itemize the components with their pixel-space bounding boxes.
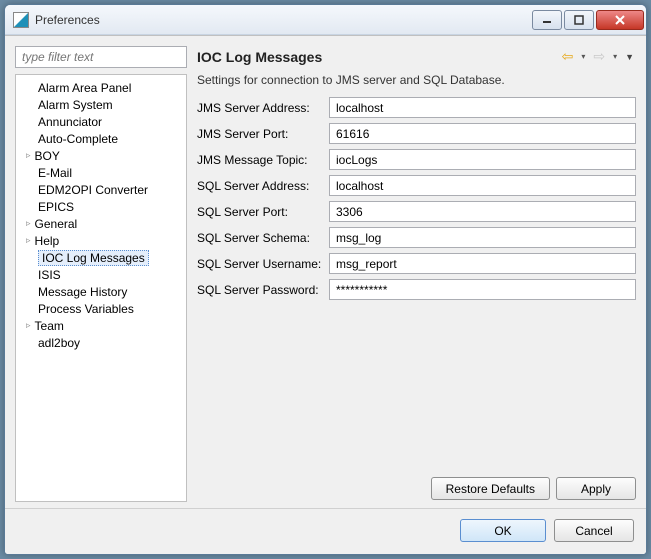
tree-item[interactable]: ISIS	[18, 266, 184, 283]
field-input[interactable]	[329, 175, 636, 196]
tree-item[interactable]: EPICS	[18, 198, 184, 215]
preferences-tree[interactable]: Alarm Area Panel Alarm System Annunciator A…	[15, 74, 187, 502]
page-buttons: Restore Defaults Apply	[195, 471, 636, 502]
tree-item-label: IOC Log Messages	[38, 250, 149, 266]
minimize-icon	[542, 15, 552, 25]
restore-defaults-button[interactable]: Restore Defaults	[431, 477, 550, 500]
tree-item[interactable]: EDM2OPI Converter	[18, 181, 184, 198]
field-input[interactable]	[329, 97, 636, 118]
tree-item[interactable]: Alarm Area Panel	[18, 79, 184, 96]
field-input[interactable]	[329, 123, 636, 144]
ok-button[interactable]: OK	[460, 519, 546, 542]
tree-item-label: adl2boy	[38, 336, 80, 350]
tree-item[interactable]: BOY	[18, 147, 184, 164]
tree-item[interactable]: Auto-Complete	[18, 130, 184, 147]
tree-item[interactable]: Message History	[18, 283, 184, 300]
tree-item-label: EPICS	[38, 200, 74, 214]
page-description: Settings for connection to JMS server an…	[197, 73, 636, 87]
tree-item-label: Annunciator	[38, 115, 102, 129]
field-input[interactable]	[329, 227, 636, 248]
view-menu-icon[interactable]: ▼	[625, 52, 634, 62]
field-label: SQL Server Password:	[195, 283, 325, 297]
tree-item-label: General	[35, 217, 78, 231]
preferences-window: Preferences Alarm Area Panel Alarm System…	[4, 4, 647, 555]
field-label: JMS Message Topic:	[195, 153, 325, 167]
titlebar: Preferences	[5, 5, 646, 35]
tree-item[interactable]: Team	[18, 317, 184, 334]
tree-item-label: ISIS	[38, 268, 61, 282]
page-title: IOC Log Messages	[197, 49, 562, 65]
tree-item-label: BOY	[35, 149, 60, 163]
field-input[interactable]	[329, 279, 636, 300]
minimize-button[interactable]	[532, 10, 562, 30]
close-icon	[614, 15, 626, 25]
field-label: SQL Server Schema:	[195, 231, 325, 245]
tree-item-label: Help	[35, 234, 60, 248]
field-label: JMS Server Address:	[195, 101, 325, 115]
back-icon[interactable]: ⇦	[562, 48, 574, 65]
tree-item[interactable]: E-Mail	[18, 164, 184, 181]
filter-input[interactable]	[15, 46, 187, 68]
field-input[interactable]	[329, 201, 636, 222]
maximize-button[interactable]	[564, 10, 594, 30]
app-icon	[13, 12, 29, 28]
main-area: Alarm Area Panel Alarm System Annunciator A…	[5, 36, 646, 508]
tree-item[interactable]: Annunciator	[18, 113, 184, 130]
cancel-button[interactable]: Cancel	[554, 519, 634, 542]
tree-item[interactable]: IOC Log Messages	[18, 249, 184, 266]
sidebar: Alarm Area Panel Alarm System Annunciator A…	[15, 46, 187, 502]
close-button[interactable]	[596, 10, 644, 30]
tree-item-label: Auto-Complete	[38, 132, 118, 146]
tree-item[interactable]: Process Variables	[18, 300, 184, 317]
tree-item-label: Team	[35, 319, 64, 333]
field-label: SQL Server Port:	[195, 205, 325, 219]
forward-menu-caret[interactable]: ▾	[613, 52, 617, 61]
tree-item[interactable]: Help	[18, 232, 184, 249]
tree-item-label: Message History	[38, 285, 127, 299]
dialog-footer: OK Cancel	[5, 508, 646, 554]
maximize-icon	[574, 15, 584, 25]
back-menu-caret[interactable]: ▾	[581, 52, 585, 61]
tree-item-label: Alarm Area Panel	[38, 81, 131, 95]
window-title: Preferences	[35, 13, 530, 27]
forward-icon[interactable]: ⇨	[593, 48, 605, 65]
tree-item[interactable]: Alarm System	[18, 96, 184, 113]
apply-button[interactable]: Apply	[556, 477, 636, 500]
content-pane: IOC Log Messages ⇦ ▾ ⇨ ▾ ▼ Settings for …	[195, 46, 636, 502]
settings-form: JMS Server Address: JMS Server Port: JMS M…	[195, 97, 636, 300]
tree-item[interactable]: General	[18, 215, 184, 232]
tree-item-label: E-Mail	[38, 166, 72, 180]
tree-item-label: Process Variables	[38, 302, 134, 316]
field-label: SQL Server Username:	[195, 257, 325, 271]
content-header: IOC Log Messages ⇦ ▾ ⇨ ▾ ▼	[195, 46, 636, 71]
field-label: SQL Server Address:	[195, 179, 325, 193]
tree-item-label: Alarm System	[38, 98, 113, 112]
tree-item-label: EDM2OPI Converter	[38, 183, 148, 197]
dialog-body: Alarm Area Panel Alarm System Annunciator A…	[5, 35, 646, 554]
field-label: JMS Server Port:	[195, 127, 325, 141]
field-input[interactable]	[329, 253, 636, 274]
header-toolbar: ⇦ ▾ ⇨ ▾ ▼	[562, 48, 634, 65]
field-input[interactable]	[329, 149, 636, 170]
tree-item[interactable]: adl2boy	[18, 334, 184, 351]
window-controls	[530, 10, 644, 30]
